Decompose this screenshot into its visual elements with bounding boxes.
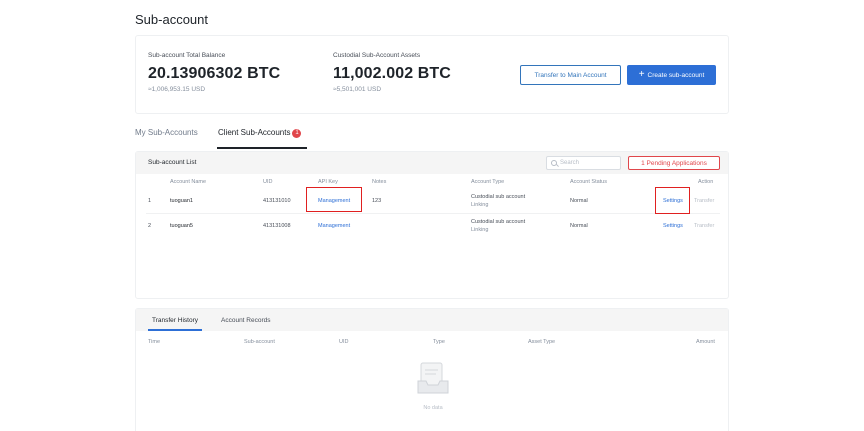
- balance-card: Sub-account Total Balance 20.13906302 BT…: [135, 35, 729, 114]
- account-name: tuoguan5: [170, 223, 193, 229]
- history-column-type: Type: [433, 339, 445, 345]
- tab-my-sub-accounts[interactable]: My Sub-Accounts: [135, 128, 198, 137]
- table-row: 1 tuoguan1 413131010 Management 123 Cust…: [136, 189, 730, 214]
- highlight-box-settings: [655, 187, 690, 214]
- create-sub-account-button[interactable]: + Create sub-account: [627, 65, 716, 85]
- total-balance-label: Sub-account Total Balance: [148, 52, 226, 59]
- search-icon: [551, 160, 557, 166]
- account-type: Custodial sub account Linking: [471, 193, 525, 209]
- pending-applications-button[interactable]: 1 Pending Applications: [628, 156, 720, 170]
- account-type-status: Linking: [471, 202, 489, 208]
- account-type-line: Custodial sub account: [471, 219, 526, 225]
- account-type: Custodial sub account Linking: [471, 218, 525, 234]
- tab-transfer-history[interactable]: Transfer History: [152, 317, 198, 324]
- total-balance-value: 20.13906302 BTC: [148, 65, 281, 82]
- account-type-line: Custodial sub account: [471, 194, 526, 200]
- history-column-amount: Amount: [696, 339, 715, 345]
- custodial-assets-block: Custodial Sub-Account Assets 11,002.002 …: [333, 52, 451, 93]
- account-status: Normal: [570, 198, 588, 204]
- table-row: 2 tuoguan5 413131008 Management Custodia…: [136, 214, 730, 239]
- column-header-account-name: Account Name: [170, 179, 207, 185]
- account-status: Normal: [570, 223, 588, 229]
- account-uid: 413131010: [263, 198, 291, 204]
- total-balance-block: Sub-account Total Balance 20.13906302 BT…: [148, 52, 280, 93]
- active-tab-underline: [217, 147, 307, 149]
- plus-icon: +: [638, 69, 645, 80]
- column-header-action: Action: [698, 179, 714, 185]
- row-index: 1: [148, 198, 152, 204]
- history-column-time: Time: [148, 339, 161, 345]
- account-name: tuoguan1: [170, 198, 193, 204]
- account-uid: 413131008: [263, 223, 291, 229]
- tab-account-records[interactable]: Account Records: [221, 317, 271, 324]
- account-type-status: Linking: [471, 227, 489, 233]
- custodial-assets-label: Custodial Sub-Account Assets: [333, 52, 421, 59]
- history-tabs: Transfer History Account Records: [136, 309, 728, 331]
- column-header-account-type: Account Type: [471, 179, 505, 185]
- page-title: Sub-account: [135, 12, 208, 27]
- transfer-link[interactable]: Transfer: [694, 198, 714, 204]
- list-header: Sub-account List Search 1 Pending Applic…: [136, 152, 728, 174]
- api-key-management-link[interactable]: Management: [318, 223, 350, 229]
- row-index: 2: [148, 223, 152, 229]
- custodial-assets-usd: ≈5,501,001 USD: [333, 86, 382, 93]
- settings-link[interactable]: Settings: [663, 223, 683, 229]
- sub-account-list-card: Sub-account List Search 1 Pending Applic…: [135, 151, 729, 299]
- transfer-link[interactable]: Transfer: [694, 223, 714, 229]
- column-header-uid: UID: [263, 179, 273, 185]
- list-title: Sub-account List: [148, 159, 197, 166]
- history-column-sub-account: Sub-account: [244, 339, 275, 345]
- active-tab-underline: [148, 329, 202, 331]
- total-balance-usd: ≈1,006,953.15 USD: [148, 86, 206, 93]
- column-header-account-status: Account Status: [570, 179, 607, 185]
- tab-client-sub-accounts-label: Client Sub-Accounts: [218, 128, 291, 137]
- custodial-assets-value: 11,002.002 BTC: [333, 65, 451, 82]
- empty-state-text: No data: [423, 405, 443, 411]
- search-input[interactable]: Search: [546, 156, 621, 170]
- tab-client-sub-accounts[interactable]: Client Sub-Accounts 1: [218, 128, 302, 138]
- column-header-api-key: API Key: [318, 179, 338, 185]
- create-sub-account-label: Create sub-account: [647, 71, 705, 79]
- notification-badge: 1: [292, 129, 302, 138]
- search-placeholder: Search: [560, 160, 580, 166]
- history-card: Transfer History Account Records Time Su…: [135, 308, 729, 431]
- column-header-notes: Notes: [372, 179, 387, 185]
- account-notes: 123: [372, 198, 382, 204]
- transfer-to-main-button[interactable]: Transfer to Main Account: [520, 65, 621, 85]
- history-column-asset-type: Asset Type: [528, 339, 556, 345]
- inbox-icon: [417, 362, 449, 394]
- history-column-uid: UID: [339, 339, 349, 345]
- highlight-box-management: [306, 187, 362, 212]
